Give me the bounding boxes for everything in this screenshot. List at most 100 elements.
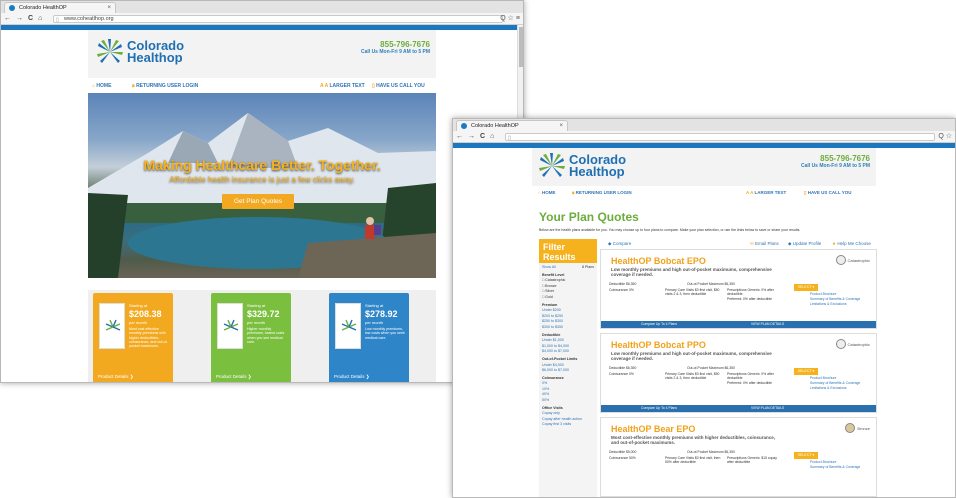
per-month-label: per month	[247, 320, 266, 325]
nav-larger-text[interactable]: A A LARGER TEXT	[746, 190, 786, 195]
filter-option[interactable]: $6,000 to $7,000	[542, 368, 594, 374]
starting-at-label: Starting at	[129, 303, 148, 308]
compare-link[interactable]: ◆ Compare	[608, 241, 631, 247]
site-header: Colorado Healthop 855-796-7676 Call Us M…	[532, 148, 876, 186]
site-nav: ⌂ HOME 🔒︎ RETURNING USER LOGIN A A LARGE…	[532, 186, 876, 200]
nav-login[interactable]: 🔒︎ RETURNING USER LOGIN	[132, 83, 198, 89]
product-details-link[interactable]: Product Details ❯	[98, 374, 134, 380]
nav-login[interactable]: 🔒︎ RETURNING USER LOGIN	[572, 190, 632, 195]
filter-option[interactable]: 50%	[542, 398, 594, 404]
close-tab-icon[interactable]: ×	[559, 121, 563, 131]
limitations-link[interactable]: Limitations & Exclusions	[810, 302, 870, 307]
tab-strip: Colorado HealthOP ×	[453, 119, 955, 131]
filter-option[interactable]: Gold	[542, 295, 594, 301]
select-button[interactable]: SELECT ▾	[794, 368, 818, 375]
home-icon[interactable]: ⌂	[38, 15, 42, 22]
forward-icon[interactable]: →	[468, 133, 475, 140]
select-button[interactable]: SELECT ▾	[794, 284, 818, 291]
plan-name[interactable]: HealthOP Bobcat PPO	[611, 340, 706, 350]
get-plan-quotes-button[interactable]: Get Plan Quotes	[222, 194, 294, 209]
reload-icon[interactable]: C	[28, 15, 33, 22]
price: $278.92	[365, 309, 398, 319]
view-details-link[interactable]: VIEW PLAN DETAILS	[751, 321, 784, 328]
plan-card-1[interactable]: Starting at $208.38 per month Most cost …	[93, 293, 173, 382]
compare-checkbox[interactable]: Compare Up To 4 Plans	[641, 321, 677, 328]
brochure-thumbnail	[217, 303, 243, 349]
phone-block: 855-796-7676 Call Us Mon-Fri 9 AM to 5 P…	[361, 40, 430, 55]
starting-at-label: Starting at	[365, 303, 384, 308]
select-button[interactable]: SELECT ▾	[794, 452, 818, 459]
show-all-link[interactable]: Show All	[542, 265, 556, 269]
price: $329.72	[247, 309, 280, 319]
filter-body: Show All 8 Plans Benefit Level Catastrop…	[539, 263, 597, 430]
brochure-thumbnail	[335, 303, 361, 349]
back-icon[interactable]: ←	[456, 133, 463, 140]
browser-tab[interactable]: Colorado HealthOP ×	[4, 2, 116, 13]
nav-call[interactable]: ▯ HAVE US CALL YOU	[804, 190, 852, 196]
plan-description: Most cost-effective monthly premiums wit…	[611, 435, 776, 445]
help-me-choose-link[interactable]: ★ Help Me Choose	[832, 241, 871, 247]
plan-documents: Product Brochure Summary of Benefits & C…	[810, 292, 870, 307]
address-bar[interactable]: ▯	[505, 133, 935, 141]
price: $208.38	[129, 309, 162, 319]
results-panel: ◆ Compare ✉ Email Plans ◆ Update Profile…	[600, 239, 877, 497]
browser-tab[interactable]: Colorado HealthOP ×	[456, 120, 568, 131]
page-icon: ▯	[56, 17, 59, 23]
url-text: www.coheatlhop.org	[64, 16, 114, 22]
card-description: Higher monthly premiums, lowest costs wh…	[247, 327, 285, 344]
filter-option[interactable]: $300 to $350	[542, 325, 594, 331]
plan-count: 8 Plans	[582, 265, 594, 269]
site-logo[interactable]: Colorado Healthop	[538, 152, 626, 180]
home-icon[interactable]: ⌂	[490, 133, 494, 140]
mountain-lake-image	[88, 113, 436, 278]
plan-card-3[interactable]: Starting at $278.92 per month Low monthl…	[329, 293, 409, 382]
email-plans-link[interactable]: ✉ Email Plans	[750, 241, 779, 247]
product-details-link[interactable]: Product Details ❯	[216, 374, 252, 380]
logo-mark-icon	[223, 319, 239, 331]
filter-option[interactable]: $4,000 to $7,000	[542, 349, 594, 355]
plan-name[interactable]: HealthOP Bear EPO	[611, 424, 695, 434]
site-logo[interactable]: Colorado Healthop	[96, 38, 184, 66]
tab-strip: Colorado HealthOP ×	[1, 1, 523, 13]
phone-hours: Call Us Mon-Fri 9 AM to 5 PM	[361, 49, 430, 55]
page-description: Below are the health plans available for…	[539, 228, 801, 232]
nav-home[interactable]: ⌂ HOME	[92, 83, 111, 89]
update-profile-link[interactable]: ◆ Update Profile	[788, 241, 821, 247]
nav-home[interactable]: ⌂ HOME	[538, 190, 555, 195]
nav-call[interactable]: ▯ HAVE US CALL YOU	[372, 83, 425, 89]
close-tab-icon[interactable]: ×	[107, 3, 111, 13]
card-description: Most cost effective monthly premiums wit…	[129, 327, 168, 349]
browser-menu-icons[interactable]: Q ☆	[938, 132, 952, 140]
phone-block: 855-796-7676 Call Us Mon-Fri 9 AM to 5 P…	[801, 154, 870, 169]
per-month-label: per month	[365, 320, 384, 325]
card-description: Low monthly premiums, low costs when you…	[365, 327, 405, 340]
tab-title: Colorado HealthOP	[471, 123, 519, 129]
plan-card-2[interactable]: Starting at $329.72 per month Higher mon…	[211, 293, 291, 382]
plan-description: Low monthly premiums and high out-of-poc…	[611, 351, 772, 361]
page-icon: ▯	[508, 135, 511, 141]
address-bar[interactable]: ▯ www.coheatlhop.org	[53, 15, 503, 23]
sbc-link[interactable]: Summary of Benefits & Coverage	[810, 465, 870, 470]
plan-result: HealthOP Bobcat PPO Low monthly premiums…	[600, 333, 877, 413]
plan-name[interactable]: HealthOP Bobcat EPO	[611, 256, 706, 266]
forward-icon[interactable]: →	[16, 15, 23, 22]
logo-mark-icon	[105, 319, 121, 331]
hero-subheadline: Affordable health insurance is just a fe…	[169, 175, 355, 184]
phone-hours: Call Us Mon-Fri 9 AM to 5 PM	[801, 163, 870, 169]
limitations-link[interactable]: Limitations & Exclusions	[810, 386, 870, 391]
favicon-icon	[9, 5, 15, 11]
compare-checkbox[interactable]: Compare Up To 4 Plans	[641, 405, 677, 412]
phone-number: 855-796-7676	[820, 154, 870, 163]
back-icon[interactable]: ←	[4, 15, 11, 22]
filter-panel: Filter Results Show All 8 Plans Benefit …	[539, 239, 597, 497]
plan-description: Low monthly premiums and high out-of-poc…	[611, 267, 772, 277]
nav-larger-text[interactable]: A A LARGER TEXT	[320, 83, 365, 89]
view-details-link[interactable]: VIEW PLAN DETAILS	[751, 405, 784, 412]
scrollbar-thumb[interactable]	[519, 27, 523, 67]
filter-option[interactable]: Copay first 3 visits	[542, 422, 594, 428]
per-month-label: per month	[129, 320, 148, 325]
browser-menu-icons[interactable]: Q ☆ ≡	[500, 14, 520, 22]
logo-mark-icon	[539, 153, 565, 177]
product-details-link[interactable]: Product Details ❯	[334, 374, 370, 380]
reload-icon[interactable]: C	[480, 133, 485, 140]
